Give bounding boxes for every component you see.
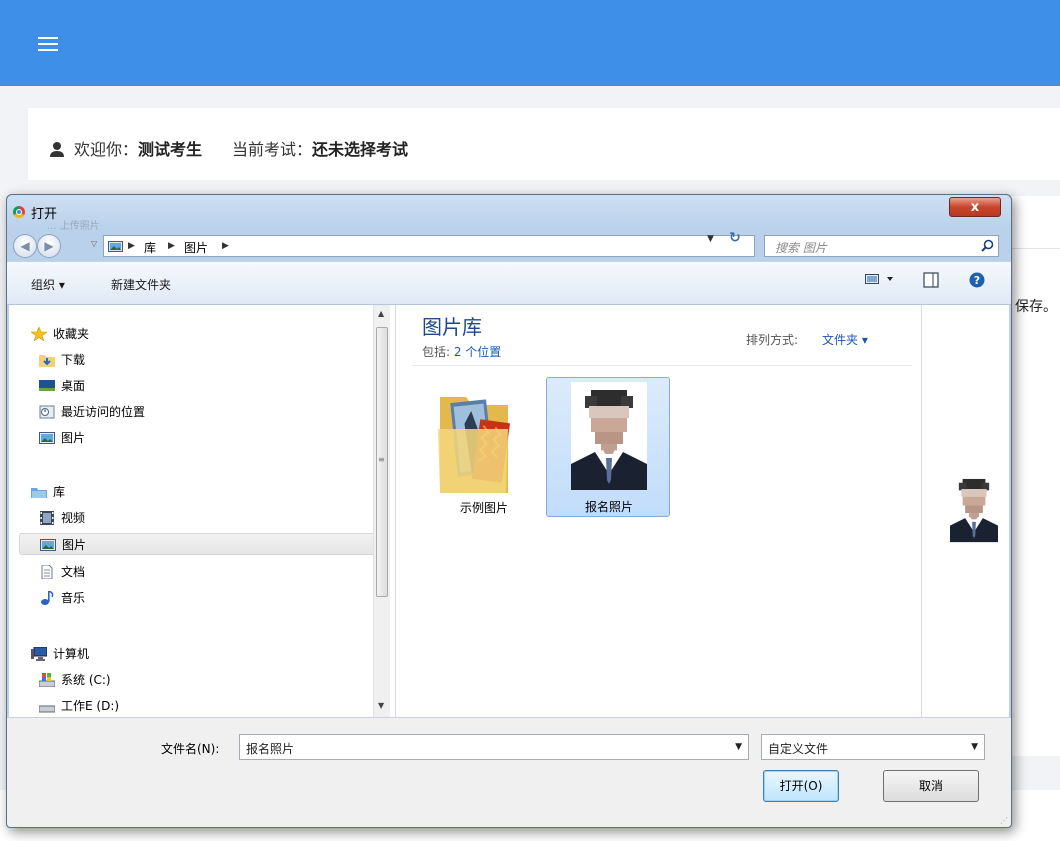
breadcrumb-separator-icon[interactable]: ▶: [128, 241, 135, 251]
nav-item-favorites[interactable]: 收藏夹: [30, 323, 89, 345]
address-bar[interactable]: ▶ 库 ▶ 图片 ▶: [103, 235, 755, 257]
nav-item-pictures-selected[interactable]: 图片: [19, 533, 379, 555]
navigation-pane: 收藏夹 下载 桌面 最近访问的位置 图片 库 视频 图片 文档 音乐 计算机 系…: [9, 305, 395, 717]
library-header-divider: [412, 365, 912, 366]
nav-item-libraries[interactable]: 库: [31, 481, 65, 503]
help-icon[interactable]: ?: [969, 272, 985, 292]
chevron-down-icon[interactable]: ▼: [971, 742, 978, 752]
breadcrumb-separator-icon[interactable]: ▶: [168, 241, 175, 251]
video-icon: [39, 510, 55, 525]
pictures-icon: [39, 430, 55, 444]
file-item-sample-pictures[interactable]: 示例图片: [422, 381, 546, 521]
scroll-grip-icon: ≡: [378, 455, 385, 464]
address-dropdown-icon[interactable]: ▼: [707, 234, 714, 244]
photo-preview-icon: [950, 473, 998, 547]
library-icon: [31, 484, 47, 498]
desktop-icon: [39, 378, 55, 392]
recent-places-icon: [39, 404, 55, 419]
user-icon: [50, 142, 64, 161]
scroll-down-icon[interactable]: ▼: [378, 701, 384, 710]
pictures-icon: [40, 537, 56, 551]
nav-item-drive-c[interactable]: 系统 (C:): [38, 669, 111, 691]
scroll-up-icon[interactable]: ▲: [378, 309, 384, 318]
file-open-dialog: 打开 ... 上传照片 x ◀ ▶ ▽ ▶ 库 ▶ 图片 ▶ ▼ ↻ 搜索 图片…: [6, 194, 1012, 828]
file-list-pane: 图片库 包括: 2 个位置 排列方式: 文件夹 ▾ 示例图片 报名照片: [395, 305, 921, 717]
preview-pane-icon[interactable]: [923, 272, 939, 292]
breadcrumb-library[interactable]: 库: [144, 239, 156, 256]
filename-label: 文件名(N):: [161, 742, 220, 756]
save-text-snippet: 保存。: [1015, 299, 1057, 315]
chevron-down-icon[interactable]: ▼: [735, 742, 742, 752]
file-item-registration-photo[interactable]: 报名照片: [546, 377, 670, 517]
sort-label: 排列方式:: [746, 333, 799, 347]
preview-pane: [921, 305, 1009, 717]
nav-item-desktop[interactable]: 桌面: [39, 375, 85, 397]
breadcrumb-pictures[interactable]: 图片: [184, 239, 208, 256]
refresh-icon[interactable]: ↻: [729, 230, 741, 246]
nav-item-drive-d[interactable]: 工作E (D:): [38, 695, 119, 717]
nav-item-downloads[interactable]: 下载: [39, 349, 85, 371]
recent-pages-dropdown-icon[interactable]: ▽: [91, 239, 97, 248]
exam-label: 当前考试：: [232, 140, 313, 159]
user-name: 测试考生: [138, 140, 203, 159]
locations-link[interactable]: 2 个位置: [454, 345, 501, 359]
photo-thumbnail-icon: [571, 382, 647, 494]
library-includes: 包括: 2 个位置: [422, 345, 502, 359]
sort-by-dropdown[interactable]: 文件夹 ▾: [822, 331, 868, 348]
filename-input[interactable]: 报名照片 ▼: [239, 734, 749, 760]
nav-item-documents[interactable]: 文档: [39, 561, 85, 583]
download-folder-icon: [39, 352, 55, 367]
nav-item-computer[interactable]: 计算机: [31, 643, 89, 665]
library-title: 图片库: [422, 315, 482, 339]
back-button[interactable]: ◀: [13, 234, 37, 258]
dialog-toolbar: 组织 ▾ 新建文件夹 ?: [7, 261, 1011, 305]
nav-item-videos[interactable]: 视频: [39, 507, 85, 529]
file-label: 示例图片: [459, 501, 508, 515]
user-info-row: 欢迎你：测试考生 当前考试：还未选择考试: [50, 136, 408, 161]
file-label: 报名照片: [584, 500, 633, 514]
new-folder-button[interactable]: 新建文件夹: [111, 276, 171, 293]
current-exam-value: 还未选择考试: [312, 140, 409, 159]
svg-text:?: ?: [974, 274, 980, 287]
forward-button[interactable]: ▶: [37, 234, 61, 258]
search-placeholder: 搜索 图片: [775, 241, 827, 255]
file-type-value: 自定义文件: [768, 742, 829, 756]
change-view-icon[interactable]: [865, 272, 895, 290]
close-button[interactable]: x: [949, 197, 1001, 217]
file-type-select[interactable]: 自定义文件 ▼: [761, 734, 985, 760]
pictures-library-icon: [108, 241, 123, 256]
search-input[interactable]: 搜索 图片: [764, 235, 999, 257]
document-icon: [39, 564, 55, 580]
search-icon[interactable]: [981, 239, 994, 256]
open-button[interactable]: 打开(O): [763, 770, 839, 802]
drive-d-icon: [38, 698, 56, 713]
nav-item-music[interactable]: 音乐: [39, 587, 85, 609]
drive-c-icon: [38, 672, 56, 688]
resize-grip-icon[interactable]: ⋰: [1000, 816, 1008, 825]
filename-value: 报名照片: [246, 742, 295, 756]
folder-icon: [432, 383, 512, 501]
navigation-scrollbar[interactable]: ▲ ≡ ▼: [373, 305, 390, 717]
computer-icon: [31, 646, 48, 661]
menu-icon[interactable]: [38, 37, 58, 51]
star-icon: [30, 326, 48, 342]
welcome-label: 欢迎你：: [74, 140, 139, 159]
breadcrumb-separator-icon[interactable]: ▶: [222, 241, 229, 251]
organize-menu[interactable]: 组织 ▾: [31, 276, 65, 293]
dialog-titlebar[interactable]: 打开 ... 上传照片 x: [7, 195, 1011, 232]
navigation-row: ◀ ▶ ▽ ▶ 库 ▶ 图片 ▶ ▼ ↻ 搜索 图片: [7, 229, 1011, 261]
chrome-icon: [13, 206, 25, 218]
music-icon: [39, 590, 55, 605]
cancel-button[interactable]: 取消: [883, 770, 979, 802]
top-navbar: [0, 0, 1060, 86]
dialog-footer: 文件名(N): 报名照片 ▼ 自定义文件 ▼ 打开(O) 取消 ⋰: [7, 717, 1011, 827]
nav-item-pictures-fav[interactable]: 图片: [39, 427, 85, 449]
nav-item-recent-places[interactable]: 最近访问的位置: [39, 401, 145, 423]
